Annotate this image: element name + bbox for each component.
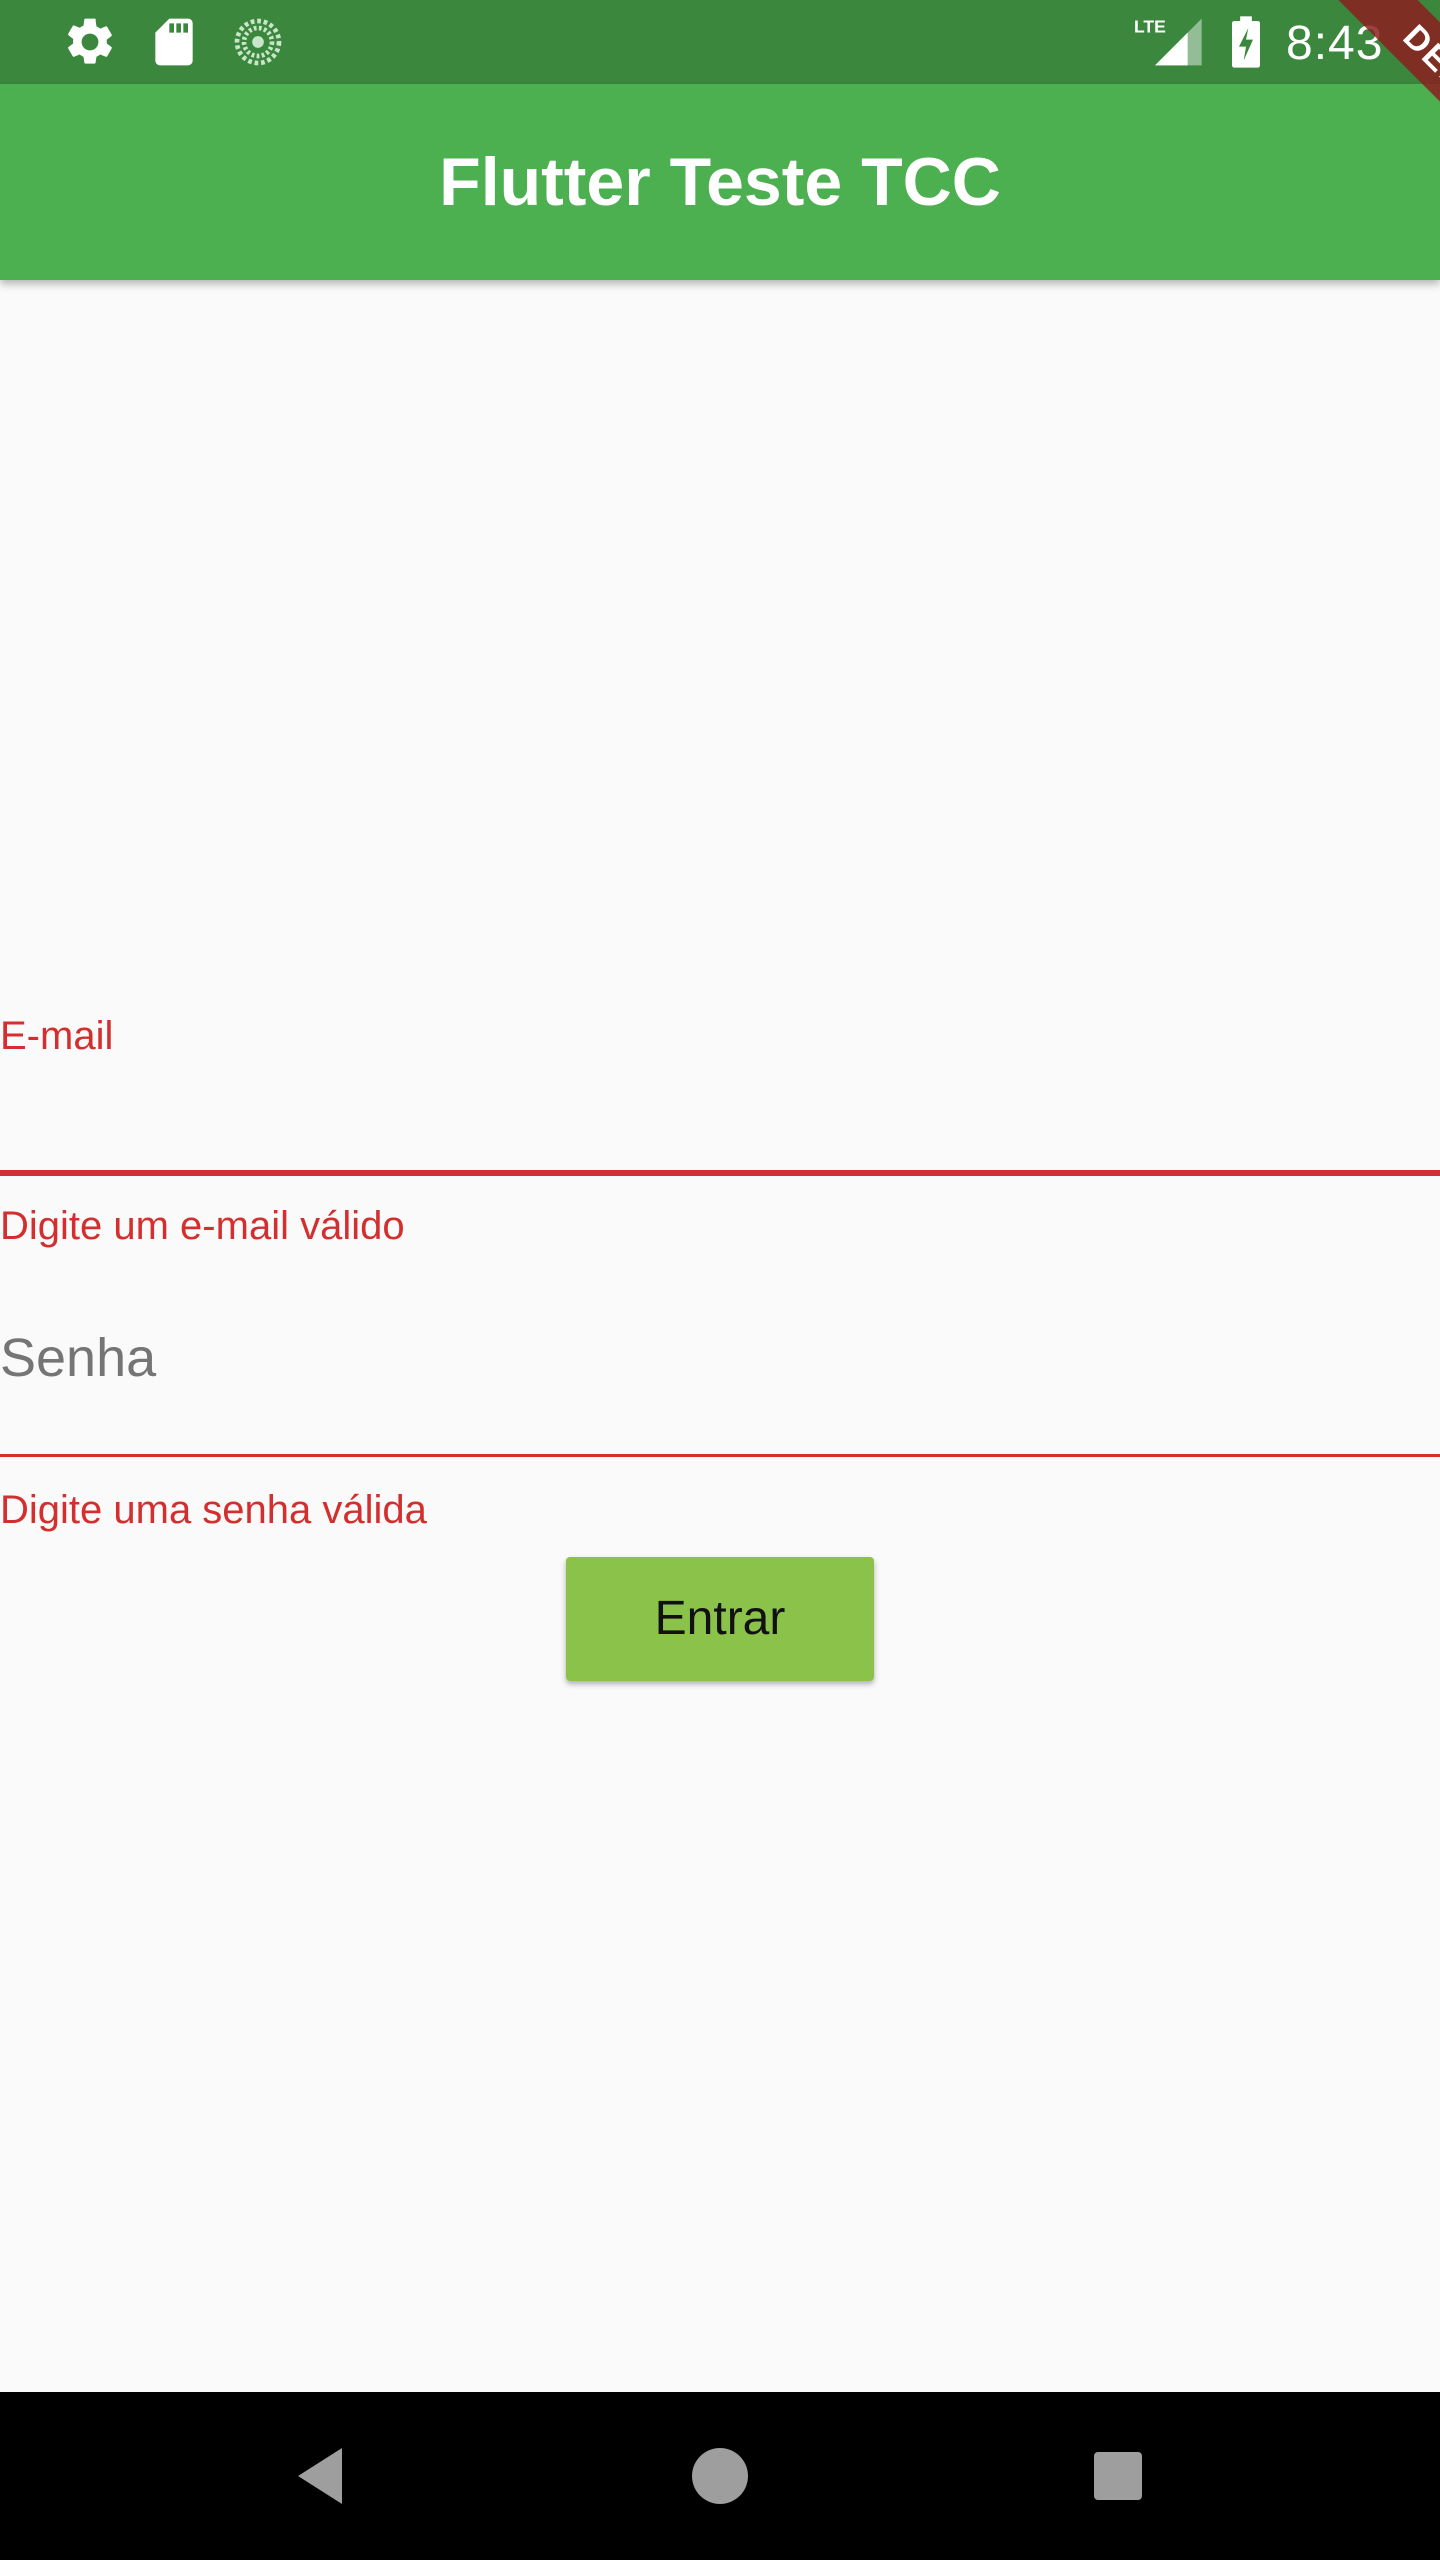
status-bar: LTE 8:43 [0, 0, 1440, 84]
password-field-underline [0, 1454, 1440, 1457]
sd-card-icon [146, 14, 202, 70]
status-time: 8:43 [1286, 17, 1384, 70]
back-icon[interactable] [282, 2436, 362, 2516]
email-field[interactable] [0, 1080, 1440, 1170]
app-bar: Flutter Teste TCC [0, 84, 1440, 280]
recents-icon[interactable] [1078, 2436, 1158, 2516]
battery-charging-icon [1226, 14, 1266, 70]
home-icon[interactable] [680, 2436, 760, 2516]
email-error-text: Digite um e-mail válido [0, 1204, 405, 1248]
sync-icon [230, 14, 286, 70]
app-title: Flutter Teste TCC [439, 144, 1001, 220]
password-error-text: Digite uma senha válida [0, 1488, 427, 1532]
svg-text:LTE: LTE [1134, 17, 1166, 37]
email-field-label: E-mail [0, 1014, 114, 1058]
entrar-button[interactable]: Entrar [566, 1557, 874, 1681]
lte-signal-icon: LTE [1134, 14, 1204, 70]
settings-icon [62, 14, 118, 70]
navigation-bar [0, 2392, 1440, 2560]
email-field-underline [0, 1170, 1440, 1176]
password-field[interactable] [0, 1318, 1440, 1398]
